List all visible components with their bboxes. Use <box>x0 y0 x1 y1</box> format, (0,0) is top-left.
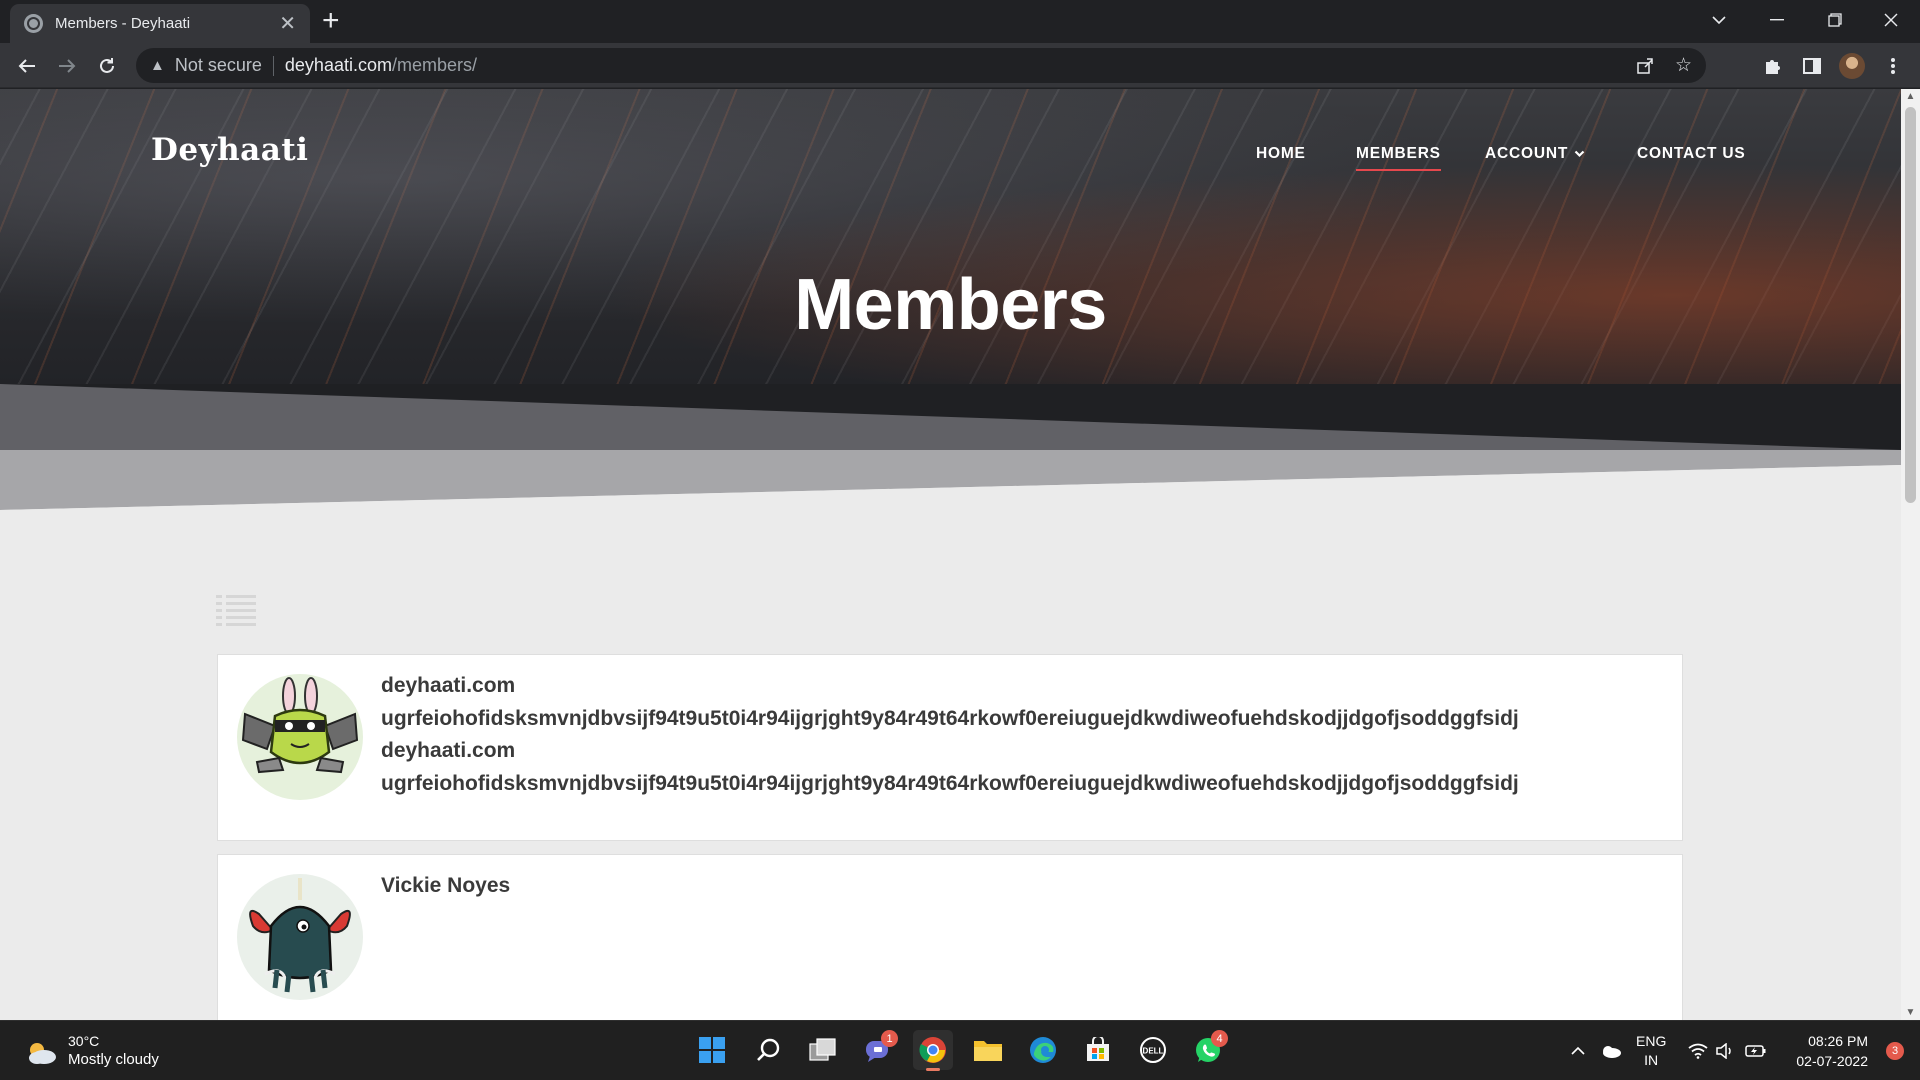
file-explorer-icon[interactable] <box>968 1030 1008 1070</box>
scroll-up-arrow-icon[interactable]: ▲ <box>1901 91 1920 102</box>
reload-button[interactable] <box>90 49 124 83</box>
member-name[interactable]: Vickie Noyes <box>381 870 510 903</box>
clock-time: 08:26 PM <box>1808 1033 1868 1049</box>
share-icon[interactable] <box>1636 48 1654 83</box>
page-viewport: Deyhaati HOME MEMBERS ACCOUNT CONTACT US… <box>0 89 1901 1020</box>
browser-toolbar: ▲ Not secure deyhaati.com/members/ ☆ <box>0 43 1920 88</box>
side-panel-icon[interactable] <box>1795 49 1829 83</box>
language-indicator[interactable]: ENG IN <box>1636 1021 1666 1080</box>
nav-contact-link[interactable]: CONTACT US <box>1637 145 1745 163</box>
globe-icon <box>24 14 43 33</box>
url-path: /members/ <box>391 55 477 75</box>
weather-widget[interactable]: 30°C Mostly cloudy <box>24 1032 159 1070</box>
battery-icon[interactable] <box>1745 1021 1767 1080</box>
chevron-down-icon[interactable] <box>1574 150 1585 158</box>
profile-avatar[interactable] <box>1835 49 1869 83</box>
region-code: IN <box>1644 1052 1659 1068</box>
wifi-icon[interactable] <box>1688 1021 1708 1080</box>
browser-tab-strip: Members - Deyhaati ✕ + <box>0 0 1920 43</box>
system-clock[interactable]: 08:26 PM 02-07-2022 <box>1796 1031 1868 1071</box>
partly-cloudy-icon <box>24 1039 58 1064</box>
crab-squid-monster-avatar[interactable] <box>237 874 363 1000</box>
nav-members-link[interactable]: MEMBERS <box>1356 145 1441 171</box>
hero-slant-divider <box>0 384 1901 604</box>
browser-menu-icon[interactable] <box>1876 49 1910 83</box>
member-card: deyhaati.com ugrfeiohofidsksmvnjdbvsijf9… <box>217 654 1683 841</box>
teams-badge: 1 <box>881 1030 898 1047</box>
onedrive-cloud-icon[interactable] <box>1600 1021 1622 1080</box>
security-label[interactable]: Not secure <box>175 55 262 76</box>
language-code: ENG <box>1636 1033 1667 1049</box>
task-view-icon[interactable] <box>803 1030 843 1070</box>
scrollbar-thumb[interactable] <box>1905 107 1916 503</box>
whatsapp-badge: 4 <box>1211 1030 1228 1047</box>
member-line: ugrfeiohofidsksmvnjdbvsijf94t9u5t0i4r94i… <box>381 706 1519 730</box>
weather-condition: Mostly cloudy <box>68 1051 159 1068</box>
nav-members-label: MEMBERS <box>1356 145 1441 162</box>
member-line: deyhaati.com <box>381 739 516 762</box>
divider <box>272 55 274 76</box>
tab-search-icon[interactable] <box>1690 0 1748 40</box>
nav-contact[interactable]: CONTACT US <box>1637 145 1745 163</box>
new-tab-button[interactable]: + <box>322 6 340 36</box>
member-line: Vickie Noyes <box>381 874 511 897</box>
nav-home[interactable]: HOME <box>1256 145 1306 163</box>
nav-account[interactable]: ACCOUNT <box>1485 145 1585 163</box>
member-line: ugrfeiohofidsksmvnjdbvsijf94t9u5t0i4r94i… <box>381 771 1519 795</box>
minimize-button[interactable] <box>1748 0 1806 40</box>
bat-bunny-monster-avatar[interactable] <box>237 674 363 800</box>
close-window-button[interactable] <box>1862 0 1920 40</box>
tab-title: Members - Deyhaati <box>55 15 191 32</box>
back-button[interactable] <box>10 49 44 83</box>
site-logo[interactable]: Deyhaati <box>151 132 308 168</box>
chrome-icon[interactable] <box>913 1030 953 1071</box>
list-view-icon[interactable] <box>216 595 256 627</box>
teams-chat-icon[interactable]: 1 <box>858 1030 898 1070</box>
whatsapp-icon[interactable]: 4 <box>1188 1030 1228 1070</box>
scroll-down-arrow-icon[interactable]: ▼ <box>1901 1007 1920 1018</box>
svg-text:DELL: DELL <box>1143 1047 1164 1056</box>
member-line: deyhaati.com <box>381 674 516 697</box>
notification-count-badge[interactable]: 3 <box>1886 1042 1904 1060</box>
nav-members[interactable]: MEMBERS <box>1356 145 1441 171</box>
page-scrollbar[interactable]: ▲ ▼ <box>1901 89 1920 1020</box>
volume-icon[interactable] <box>1716 1021 1736 1080</box>
windows-taskbar: 30°C Mostly cloudy 1 DELL 4 ENG IN 08:26… <box>0 1020 1920 1080</box>
search-icon[interactable] <box>748 1030 788 1070</box>
member-card: Vickie Noyes <box>217 854 1683 1020</box>
url-host: deyhaati.com <box>284 55 392 75</box>
nav-account-link[interactable]: ACCOUNT <box>1485 145 1568 163</box>
forward-button[interactable] <box>50 49 84 83</box>
address-bar[interactable]: ▲ Not secure deyhaati.com/members/ ☆ <box>136 48 1706 83</box>
dell-icon[interactable]: DELL <box>1133 1030 1173 1070</box>
start-windows-icon[interactable] <box>692 1030 732 1070</box>
active-nav-underline <box>1356 169 1441 171</box>
warning-icon[interactable]: ▲ <box>150 57 165 74</box>
show-hidden-icons-chevron-icon[interactable] <box>1570 1021 1586 1080</box>
close-tab-icon[interactable]: ✕ <box>279 14 296 34</box>
browser-tab[interactable]: Members - Deyhaati ✕ <box>10 4 310 43</box>
member-name[interactable]: deyhaati.com ugrfeiohofidsksmvnjdbvsijf9… <box>381 670 1519 800</box>
microsoft-store-icon[interactable] <box>1078 1030 1118 1070</box>
extensions-puzzle-icon[interactable] <box>1755 49 1789 83</box>
restore-button[interactable] <box>1806 0 1864 40</box>
nav-home-link[interactable]: HOME <box>1256 145 1306 163</box>
bookmark-star-icon[interactable]: ☆ <box>1675 48 1692 83</box>
page-title: Members <box>794 265 1107 345</box>
edge-icon[interactable] <box>1023 1030 1063 1070</box>
weather-temperature: 30°C <box>68 1033 100 1049</box>
clock-date: 02-07-2022 <box>1796 1053 1868 1069</box>
